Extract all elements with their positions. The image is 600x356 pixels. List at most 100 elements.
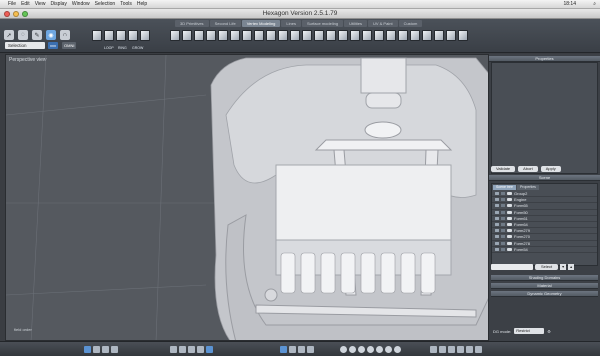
snap-icon[interactable] <box>394 346 401 353</box>
lock-icon[interactable] <box>501 198 505 202</box>
visibility-icon[interactable] <box>495 216 499 220</box>
shading-domains-header[interactable]: Shading Domains <box>491 275 598 281</box>
reset-camera-icon[interactable] <box>376 346 383 353</box>
single-view-icon[interactable] <box>84 346 91 353</box>
rotate-icon[interactable] <box>289 346 296 353</box>
tab-second-life[interactable]: Second Life <box>209 20 241 27</box>
tab-vertex-modeling[interactable]: Vertex Modeling <box>241 20 281 27</box>
orbit-icon[interactable] <box>340 346 347 353</box>
chamfer-icon[interactable] <box>206 30 216 41</box>
zoom-icon[interactable] <box>22 11 28 17</box>
detach-icon[interactable] <box>374 30 384 41</box>
split-view-icon[interactable] <box>93 346 100 353</box>
lock-icon[interactable] <box>501 247 505 251</box>
universal-icon[interactable] <box>307 346 314 353</box>
lock-icon[interactable] <box>501 235 505 239</box>
paint-select-icon[interactable]: ✎ <box>32 30 42 40</box>
omni-badge[interactable]: OMNI <box>62 42 77 49</box>
viewport-3d[interactable]: Perspective view field order <box>5 54 489 341</box>
tab-uv-paint[interactable]: UV & Paint <box>367 20 398 27</box>
wireframe-icon[interactable] <box>170 346 177 353</box>
loop-label[interactable]: Loop <box>104 46 114 50</box>
weld-icon[interactable] <box>218 30 228 41</box>
auto-cube-icon[interactable] <box>140 30 150 41</box>
zoom-camera-icon[interactable] <box>358 346 365 353</box>
light-icon[interactable] <box>385 346 392 353</box>
visibility-icon[interactable] <box>495 198 499 202</box>
select-arrow-icon[interactable]: ➚ <box>4 30 14 40</box>
boolean-icon[interactable] <box>326 30 336 41</box>
tesselate-icon[interactable] <box>242 30 252 41</box>
visibility-icon[interactable] <box>495 241 499 245</box>
unify-icon[interactable] <box>386 30 396 41</box>
sweep-icon[interactable] <box>422 30 432 41</box>
magnet-icon[interactable]: ∩ <box>60 30 70 40</box>
shell-icon[interactable] <box>446 30 456 41</box>
tab-properties[interactable]: Properties <box>516 185 539 190</box>
visibility-icon[interactable] <box>495 235 499 239</box>
visibility-icon[interactable] <box>495 210 499 214</box>
smooth-icon[interactable] <box>278 30 288 41</box>
lock-icon[interactable] <box>501 241 505 245</box>
frame-icon[interactable] <box>367 346 374 353</box>
selection-mode-badge[interactable]: xxx <box>48 42 58 49</box>
dg-mode-select[interactable]: Restrict <box>514 328 545 334</box>
visibility-icon[interactable] <box>495 223 499 227</box>
menu-selection[interactable]: Selection <box>95 1 116 7</box>
menu-help[interactable]: Help <box>137 1 147 7</box>
tab-surface-modeling[interactable]: Surface modeling <box>301 20 344 27</box>
lock-icon[interactable] <box>501 216 505 220</box>
abort-button[interactable]: Abort <box>518 166 538 172</box>
tab-lines[interactable]: Lines <box>281 20 301 27</box>
lock-icon[interactable] <box>501 223 505 227</box>
extrude-icon[interactable] <box>170 30 180 41</box>
mirror-icon[interactable] <box>314 30 324 41</box>
magic-select-icon[interactable]: ◉ <box>46 30 56 40</box>
scale-icon[interactable] <box>298 346 305 353</box>
menu-edit[interactable]: Edit <box>21 1 30 7</box>
redo-icon[interactable] <box>457 346 464 353</box>
bridge-icon[interactable] <box>254 30 264 41</box>
menu-display[interactable]: Display <box>50 1 66 7</box>
close-icon[interactable] <box>4 11 10 17</box>
scene-item[interactable]: Form54 <box>492 247 597 253</box>
material-header[interactable]: Material <box>491 283 598 289</box>
camera-icon[interactable] <box>475 346 482 353</box>
gear-icon[interactable]: ⚙ <box>547 329 551 334</box>
lighting-icon[interactable] <box>197 346 204 353</box>
scene-header[interactable]: Scene <box>489 175 600 181</box>
export-icon[interactable] <box>466 346 473 353</box>
face-cube-icon[interactable] <box>116 30 126 41</box>
visibility-icon[interactable] <box>495 229 499 233</box>
lock-icon[interactable] <box>501 210 505 214</box>
delete-icon[interactable] <box>350 30 360 41</box>
tab-utilities[interactable]: Utilities <box>344 20 367 27</box>
edge-cube-icon[interactable] <box>104 30 114 41</box>
visibility-icon[interactable] <box>495 204 499 208</box>
grid-view-icon[interactable] <box>111 346 118 353</box>
material-icon[interactable] <box>439 346 446 353</box>
apply-button[interactable]: Apply <box>540 166 561 172</box>
dynamic-geometry-header[interactable]: Dynamic Geometry <box>491 291 598 297</box>
arrow-up-icon[interactable]: ▴ <box>568 264 575 270</box>
quad-view-icon[interactable] <box>102 346 109 353</box>
deform-icon[interactable] <box>458 30 468 41</box>
shaded-icon[interactable] <box>179 346 186 353</box>
render-icon[interactable] <box>430 346 437 353</box>
minimize-icon[interactable] <box>13 11 19 17</box>
tab-scene-tree[interactable]: Scene tree <box>493 185 516 190</box>
undo-icon[interactable] <box>448 346 455 353</box>
inset-icon[interactable] <box>194 30 204 41</box>
hole-icon[interactable] <box>338 30 348 41</box>
relax-icon[interactable] <box>290 30 300 41</box>
symmetry-icon[interactable] <box>302 30 312 41</box>
lasso-icon[interactable]: ◌ <box>18 30 28 40</box>
bevel-icon[interactable] <box>182 30 192 41</box>
textured-icon[interactable] <box>188 346 195 353</box>
object-cube-icon[interactable] <box>128 30 138 41</box>
attach-icon[interactable] <box>362 30 372 41</box>
vertex-cube-icon[interactable] <box>92 30 102 41</box>
tab-custom[interactable]: Custom <box>398 20 423 27</box>
fill-icon[interactable] <box>266 30 276 41</box>
search-icon[interactable]: ⌕ <box>593 1 596 7</box>
